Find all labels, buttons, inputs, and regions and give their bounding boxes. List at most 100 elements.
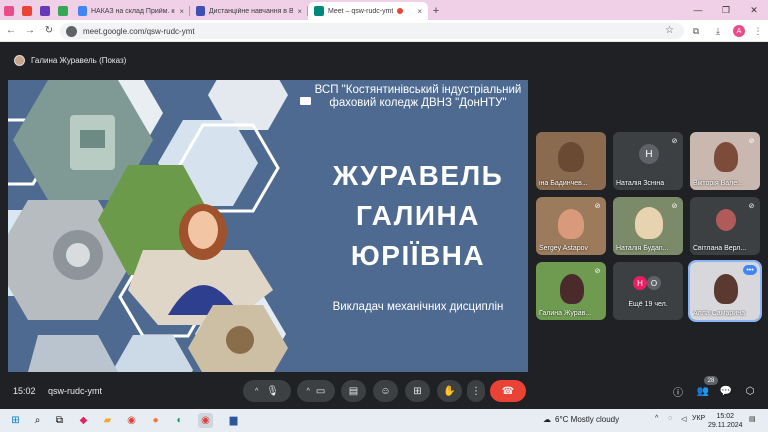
file-explorer-icon[interactable]: ▰ — [100, 413, 115, 428]
self-tile[interactable]: ••• Алла Самарина — [688, 260, 762, 322]
captions-icon: ▤ — [348, 385, 359, 397]
restore-icon[interactable]: ❐ — [712, 0, 740, 20]
network-icon[interactable]: ◌ — [668, 415, 672, 422]
tab-meet[interactable]: Meet – qsw-rudc-ymt × — [308, 2, 428, 20]
chevron-up-icon[interactable]: ^ — [307, 388, 310, 395]
windows-taskbar: ⊞ ⌕ ⧉ ◆ ▰ ◉ ● ◐ ◉ ▆ ☁ 6°C Mostly cloudy … — [0, 409, 768, 432]
mic-off-icon: ⊘ — [748, 137, 755, 145]
camera-button[interactable]: ^ ▭ — [297, 380, 335, 402]
search-icon[interactable]: ⌕ — [30, 413, 45, 428]
book-shape — [80, 130, 105, 148]
cloud-icon: ☁ — [543, 415, 551, 424]
more-participants-tile[interactable]: Н О Ещё 19 чел. — [613, 262, 683, 320]
gmail-pinned-tab[interactable] — [18, 2, 36, 20]
address-bar[interactable]: meet.google.com/qsw-rudc-ymt ☆ — [60, 23, 684, 39]
slide-title: ВСП "Костянтинівський індустріальний фах… — [314, 84, 522, 109]
tab-label: Meet – qsw-rudc-ymt — [328, 7, 394, 15]
language-indicator[interactable]: УКР — [692, 415, 705, 422]
presentation-slide: ВСП "Костянтинівський індустріальний фах… — [8, 80, 528, 372]
chrome-icon[interactable]: ◉ — [124, 413, 139, 428]
mic-button[interactable]: ^ 🎙 — [243, 380, 291, 402]
participant-tile[interactable]: іна Бадинчев... — [536, 132, 606, 190]
tab-close-icon[interactable]: × — [297, 7, 302, 16]
edge-icon[interactable]: ◐ — [172, 413, 187, 428]
copilot-icon[interactable]: ◆ — [76, 413, 91, 428]
site-info-icon[interactable] — [66, 25, 77, 37]
participant-video — [558, 142, 584, 172]
bookmark-star-icon[interactable]: ☆ — [665, 25, 674, 36]
profile-avatar[interactable]: A — [733, 25, 745, 37]
gmail-icon — [22, 6, 32, 16]
mic-off-icon: ⊘ — [594, 267, 601, 275]
reactions-button[interactable]: ☺ — [373, 380, 398, 402]
minimize-icon[interactable]: — — [684, 0, 712, 20]
participant-tile[interactable]: ⊘ Наталія Будап... — [613, 197, 683, 255]
toolbar: ← → ↻ meet.google.com/qsw-rudc-ymt ☆ — [0, 20, 768, 42]
mic-icon: 🎙 — [266, 385, 279, 397]
classroom-icon — [58, 6, 68, 16]
more-participants-label: Ещё 19 чел. — [628, 301, 668, 308]
emoji-icon: ☺ — [380, 385, 391, 397]
participant-tile[interactable]: Н ⊘ Наталія Зсніна — [613, 132, 683, 190]
participant-tile[interactable]: ⊘ Світлана Верл... — [690, 197, 760, 255]
chrome-profile-icon — [4, 6, 14, 16]
volume-icon[interactable]: ◁ — [681, 415, 686, 423]
classroom-pinned-tab[interactable] — [54, 2, 72, 20]
chevron-up-icon[interactable]: ^ — [255, 388, 258, 395]
tab-distance-learning[interactable]: Дистанційне навчання в ВСП × — [190, 2, 308, 20]
tab-close-icon[interactable]: × — [179, 7, 184, 16]
chrome-menu-icon[interactable]: ⋮ — [750, 23, 766, 39]
participant-video — [558, 209, 584, 239]
present-button[interactable]: ⊞ — [405, 380, 430, 402]
participant-initial: О — [647, 276, 661, 290]
chrome-menu-tab[interactable] — [0, 2, 18, 20]
chat-icon[interactable]: 💬 — [719, 384, 733, 398]
raise-hand-button[interactable]: ✋ — [437, 380, 462, 402]
recording-dot-icon — [397, 8, 404, 14]
participant-name: Галина Журав... — [539, 310, 592, 317]
firefox-icon[interactable]: ● — [148, 413, 163, 428]
tab-close-icon[interactable]: × — [417, 7, 422, 16]
system-clock[interactable]: 15:02 29.11.2024 — [708, 412, 743, 430]
participant-video — [714, 274, 738, 304]
activities-icon[interactable]: ⬡ — [743, 384, 757, 398]
task-view-icon[interactable]: ⧉ — [52, 413, 67, 428]
forward-icon[interactable]: → — [22, 23, 38, 39]
more-options-icon[interactable]: ••• — [743, 265, 757, 275]
clock-date: 29.11.2024 — [708, 422, 743, 429]
new-tab-button[interactable]: + — [428, 2, 444, 20]
participant-tile[interactable]: ⊘ Вікторія Вале... — [690, 132, 760, 190]
tab-order[interactable]: НАКАЗ на склад Прийм. комі × — [72, 2, 190, 20]
windows-start-icon[interactable]: ⊞ — [8, 413, 23, 428]
weather-text: 6°C Mostly cloudy — [555, 415, 620, 424]
participant-tile[interactable]: ⊘ Галина Журав... — [536, 262, 606, 320]
laptop-image-hex — [28, 335, 118, 372]
word-icon[interactable]: ▆ — [226, 413, 241, 428]
end-call-button[interactable]: ☎ — [490, 380, 526, 402]
download-icon[interactable]: ⤓ — [710, 23, 726, 39]
show-hidden-icons-icon[interactable]: ^ — [655, 415, 658, 422]
more-options-button[interactable]: ⋮ — [467, 380, 485, 402]
captions-button[interactable]: ▤ — [341, 380, 366, 402]
participant-name: Наталія Будап... — [616, 245, 669, 252]
slide-role: Викладач механічних дисциплін — [332, 301, 504, 313]
presenter-avatar — [14, 55, 25, 66]
participant-video — [635, 207, 663, 239]
weather-widget[interactable]: ☁ 6°C Mostly cloudy — [543, 415, 619, 424]
participant-tile[interactable]: ⊘ Sergey Astapov — [536, 197, 606, 255]
forms-pinned-tab[interactable] — [36, 2, 54, 20]
info-icon[interactable]: ⓘ — [671, 384, 685, 399]
notifications-icon[interactable]: ▤ — [749, 415, 756, 423]
doc-favicon-icon — [78, 6, 87, 16]
participant-name: Наталія Зсніна — [616, 180, 665, 187]
slide-surname: ЖУРАВЕЛЬ — [332, 160, 504, 191]
extensions-icon[interactable]: ⧉ — [688, 23, 704, 39]
close-window-icon[interactable]: ✕ — [740, 0, 768, 20]
reload-icon[interactable]: ↻ — [41, 23, 57, 39]
participant-avatar — [716, 209, 736, 231]
back-icon[interactable]: ← — [3, 23, 19, 39]
people-icon[interactable]: 👥 — [696, 384, 710, 398]
more-vert-icon: ⋮ — [471, 385, 481, 397]
chrome-active-icon[interactable]: ◉ — [198, 413, 213, 428]
participant-video — [714, 142, 738, 172]
